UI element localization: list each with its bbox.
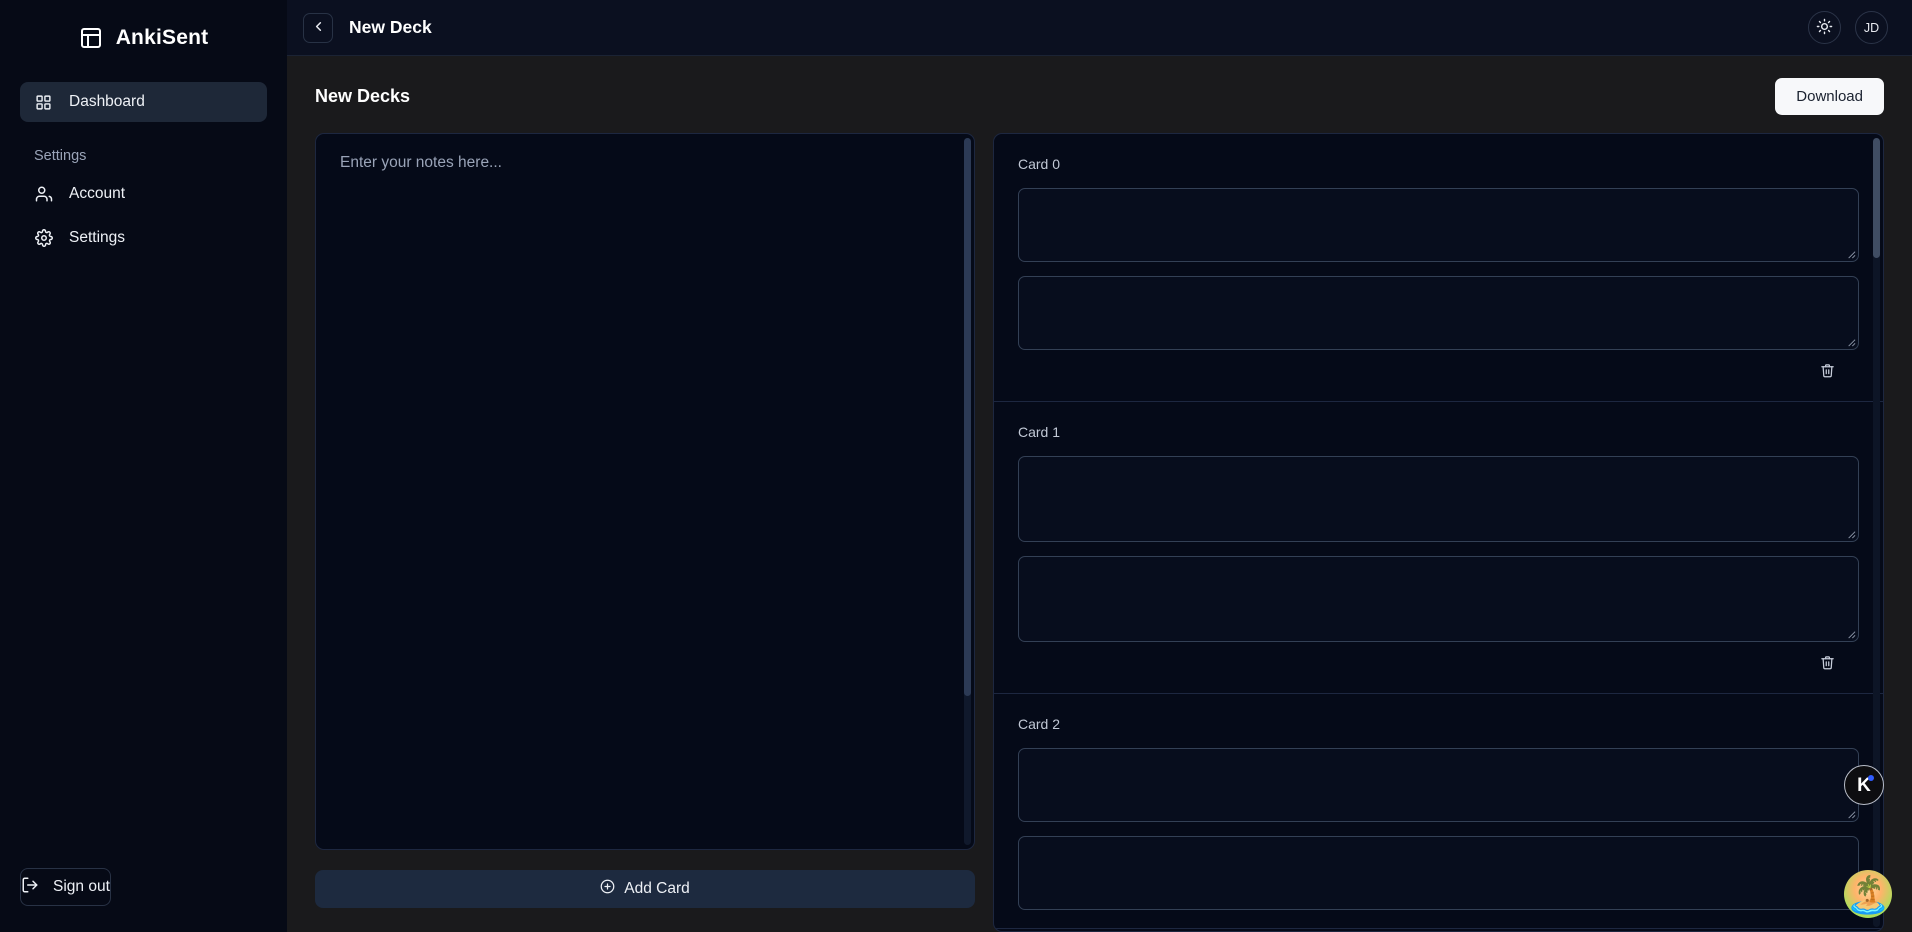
resize-handle-icon <box>1848 531 1856 539</box>
topbar-actions: JD <box>1808 11 1888 44</box>
cards-scroll-area: Card 0 Card 1 Card 2 <box>994 134 1883 931</box>
trash-icon <box>1820 655 1835 673</box>
card-item: Card 1 <box>994 402 1883 694</box>
page-header-title: New Deck <box>349 17 432 37</box>
island-emoji-icon: 🏝️ <box>1845 874 1891 915</box>
sun-icon <box>1816 18 1833 38</box>
signout-container: Sign out <box>0 868 287 932</box>
card-back-textarea[interactable] <box>1018 836 1859 910</box>
island-widget-button[interactable]: 🏝️ <box>1844 870 1892 918</box>
chevron-left-icon <box>311 19 326 37</box>
cards-panel: Card 0 Card 1 Card 2 <box>993 133 1884 932</box>
card-front-textarea[interactable] <box>1018 748 1859 822</box>
card-label: Card 0 <box>1018 156 1061 172</box>
card-item: Card 2 <box>994 694 1883 929</box>
sidebar-section-label: Settings <box>34 148 87 164</box>
users-icon <box>34 185 53 204</box>
resize-handle-icon <box>1848 251 1856 259</box>
notes-scrollbar[interactable] <box>964 138 971 845</box>
sign-out-label: Sign out <box>53 878 110 895</box>
card-actions <box>1018 642 1859 675</box>
sidebar-item-label: Settings <box>69 229 126 246</box>
sign-out-button[interactable]: Sign out <box>20 868 111 906</box>
cards-scrollbar-thumb[interactable] <box>1873 138 1880 258</box>
delete-card-button[interactable] <box>1818 653 1837 675</box>
brand-name: AnkiSent <box>115 26 209 49</box>
content-area: New Decks Download Enter your notes here… <box>287 56 1912 932</box>
main-area: New Deck JD New Decks Download Enter you… <box>287 0 1912 932</box>
delete-card-button[interactable] <box>1818 361 1837 383</box>
add-card-label: Add Card <box>624 880 690 897</box>
card-label: Card 2 <box>1018 716 1061 732</box>
page-title: New Decks <box>315 86 411 106</box>
back-button[interactable] <box>303 12 333 43</box>
logout-icon <box>21 876 39 899</box>
sidebar-item-account[interactable]: Account <box>20 174 267 214</box>
avatar[interactable]: JD <box>1855 11 1888 44</box>
content-header: New Decks Download <box>315 78 1884 115</box>
sidebar: AnkiSent Dashboard Settings Account Sett… <box>0 0 287 932</box>
notes-placeholder: Enter your notes here... <box>340 154 502 171</box>
cards-scrollbar[interactable] <box>1873 138 1880 927</box>
sidebar-nav: Dashboard Settings Account Settings <box>0 68 287 262</box>
card-front-textarea[interactable] <box>1018 456 1859 542</box>
notes-panel: Enter your notes here... Add Card <box>315 133 975 932</box>
assistant-widget-button[interactable]: K <box>1844 765 1884 805</box>
add-card-button[interactable]: Add Card <box>315 870 975 908</box>
resize-handle-icon <box>1848 811 1856 819</box>
download-button[interactable]: Download <box>1775 78 1884 115</box>
sidebar-item-dashboard[interactable]: Dashboard <box>20 82 267 122</box>
trash-icon <box>1820 363 1835 381</box>
sidebar-item-label: Dashboard <box>69 93 145 110</box>
card-back-textarea[interactable] <box>1018 556 1859 642</box>
card-front-textarea[interactable] <box>1018 188 1859 262</box>
notification-dot-icon <box>1868 775 1874 781</box>
notes-textarea[interactable]: Enter your notes here... <box>315 133 975 850</box>
plus-circle-icon <box>600 879 615 899</box>
resize-handle-icon <box>1848 339 1856 347</box>
card-label: Card 1 <box>1018 424 1061 440</box>
layout-panel-icon <box>79 26 103 50</box>
notes-scrollbar-thumb[interactable] <box>964 138 971 696</box>
theme-toggle-button[interactable] <box>1808 11 1841 44</box>
card-actions <box>1018 350 1859 383</box>
sidebar-item-settings[interactable]: Settings <box>20 218 267 258</box>
card-item: Card 0 <box>994 134 1883 402</box>
gear-icon <box>34 229 53 248</box>
card-back-textarea[interactable] <box>1018 276 1859 350</box>
resize-handle-icon <box>1848 631 1856 639</box>
panels: Enter your notes here... Add Card Card 0… <box>315 133 1884 932</box>
grid-dashboard-icon <box>34 93 53 112</box>
brand: AnkiSent <box>0 0 287 68</box>
app-root: AnkiSent Dashboard Settings Account Sett… <box>0 0 1912 932</box>
topbar: New Deck JD <box>287 0 1912 56</box>
sidebar-item-label: Account <box>69 185 126 202</box>
